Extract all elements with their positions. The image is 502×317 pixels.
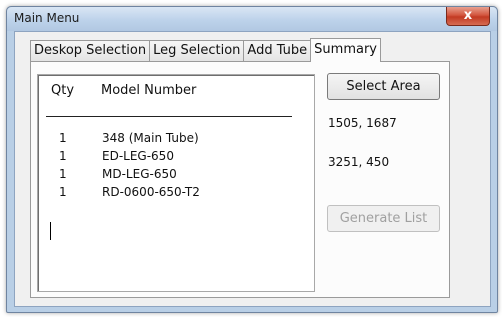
list-item[interactable]: 1 RD-0600-650-T2 — [38, 185, 308, 202]
tab-leg-selection[interactable]: Leg Selection — [149, 40, 245, 61]
generate-list-button[interactable]: Generate List — [327, 205, 440, 232]
item-model-number: MD-LEG-650 — [102, 167, 177, 181]
item-qty: 1 — [59, 167, 67, 181]
tab-summary[interactable]: Summary — [310, 38, 381, 62]
tab-desktop-selection[interactable]: Deskop Selection — [30, 40, 151, 61]
summary-tab-panel: Qty Model Number 1 348 (Main Tube) 1 ED-… — [30, 61, 450, 298]
item-qty: 1 — [59, 131, 67, 145]
qty-column-header: Qty — [51, 83, 75, 98]
model-number-column-header: Model Number — [101, 83, 197, 98]
title-bar[interactable]: Main Menu x — [7, 7, 497, 31]
text-caret — [50, 222, 51, 240]
item-qty: 1 — [59, 185, 67, 199]
item-model-number: ED-LEG-650 — [102, 149, 174, 163]
parts-listbox[interactable]: Qty Model Number 1 348 (Main Tube) 1 ED-… — [37, 74, 315, 292]
main-menu-window: Main Menu x Deskop Selection Leg Selecti… — [6, 6, 498, 313]
list-item[interactable]: 1 ED-LEG-650 — [38, 149, 308, 166]
item-model-number: 348 (Main Tube) — [102, 131, 199, 145]
tab-add-tube[interactable]: Add Tube — [243, 40, 312, 61]
first-coordinate-readout: 1505, 1687 — [328, 116, 397, 130]
list-item[interactable]: 1 MD-LEG-650 — [38, 167, 308, 184]
item-qty: 1 — [59, 149, 67, 163]
item-model-number: RD-0600-650-T2 — [102, 185, 200, 199]
close-icon: x — [463, 8, 473, 23]
list-item[interactable]: 1 348 (Main Tube) — [38, 131, 308, 148]
tab-strip: Deskop Selection Leg Selection Add Tube … — [30, 38, 381, 62]
close-button[interactable]: x — [446, 7, 490, 26]
window-title: Main Menu — [14, 11, 80, 25]
dialog-client-area: Deskop Selection Leg Selection Add Tube … — [14, 31, 491, 307]
second-coordinate-readout: 3251, 450 — [328, 155, 390, 169]
select-area-button[interactable]: Select Area — [327, 73, 440, 100]
header-divider — [46, 116, 292, 117]
